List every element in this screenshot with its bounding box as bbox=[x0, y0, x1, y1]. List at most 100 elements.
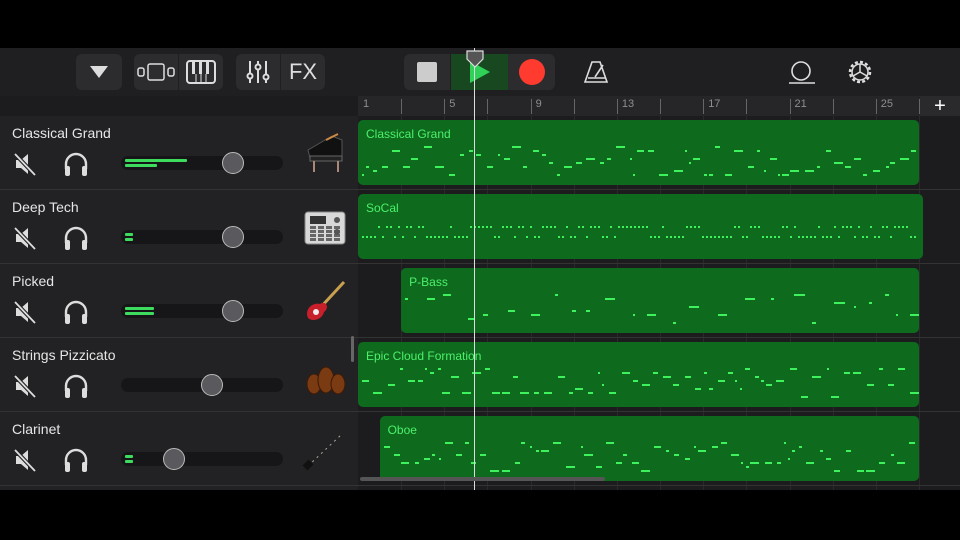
browser-button[interactable] bbox=[134, 54, 178, 90]
midi-note bbox=[632, 462, 640, 464]
midi-note bbox=[838, 236, 840, 238]
midi-note bbox=[646, 226, 648, 228]
fx-button[interactable]: FX bbox=[281, 54, 325, 90]
midi-note bbox=[909, 392, 919, 394]
region[interactable]: Epic Cloud Formation bbox=[358, 342, 919, 407]
midi-note bbox=[609, 392, 617, 394]
ruler-bar-label: 5 bbox=[449, 98, 456, 110]
playhead-handle[interactable] bbox=[466, 50, 484, 68]
mute-icon[interactable] bbox=[13, 448, 39, 472]
midi-note bbox=[455, 454, 462, 456]
midi-note bbox=[866, 384, 874, 386]
settings-button[interactable] bbox=[840, 54, 880, 90]
timeline-ruler[interactable]: + 1 5 9 13 17 21 25 bbox=[358, 96, 960, 116]
track-header[interactable]: Clarinet bbox=[0, 412, 358, 486]
midi-note bbox=[826, 236, 828, 238]
drum-machine-icon[interactable] bbox=[302, 204, 348, 250]
midi-note bbox=[662, 226, 664, 228]
midi-note bbox=[566, 466, 576, 468]
midi-note bbox=[770, 236, 772, 238]
volume-slider[interactable] bbox=[121, 300, 283, 322]
mute-icon[interactable] bbox=[13, 152, 39, 176]
midi-note bbox=[430, 236, 432, 238]
midi-note bbox=[800, 396, 808, 398]
midi-note bbox=[798, 236, 800, 238]
headphones-icon[interactable] bbox=[62, 151, 90, 177]
region[interactable]: SoCal bbox=[358, 194, 924, 259]
clarinet-icon[interactable] bbox=[302, 426, 348, 472]
midi-note bbox=[774, 236, 776, 238]
mute-icon[interactable] bbox=[13, 226, 39, 250]
midi-note bbox=[746, 466, 750, 468]
midi-note bbox=[490, 226, 492, 228]
bass-guitar-icon[interactable] bbox=[302, 278, 348, 324]
headphones-icon[interactable] bbox=[62, 299, 90, 325]
volume-slider[interactable] bbox=[121, 226, 283, 248]
midi-note bbox=[549, 162, 554, 164]
midi-note bbox=[895, 314, 898, 316]
track-header[interactable]: Picked bbox=[0, 264, 358, 338]
midi-note bbox=[866, 236, 868, 238]
horizontal-scrollbar[interactable] bbox=[360, 477, 605, 481]
track-header[interactable]: Deep Tech bbox=[0, 190, 358, 264]
midi-note bbox=[531, 314, 541, 316]
midi-note bbox=[890, 236, 892, 238]
midi-note bbox=[786, 226, 788, 228]
add-section-button[interactable]: + bbox=[920, 96, 960, 116]
midi-note bbox=[846, 226, 848, 228]
grand-piano-icon[interactable] bbox=[302, 130, 348, 176]
track-name: Classical Grand bbox=[12, 125, 111, 141]
mixer-button[interactable] bbox=[236, 54, 280, 90]
midi-note bbox=[810, 236, 812, 238]
track-header[interactable]: Classical Grand bbox=[0, 116, 358, 190]
metronome-button[interactable] bbox=[576, 54, 616, 90]
headphones-icon[interactable] bbox=[62, 447, 90, 473]
midi-note bbox=[704, 372, 708, 374]
loop-browser-button[interactable] bbox=[782, 54, 822, 90]
midi-note bbox=[637, 150, 645, 152]
volume-knob[interactable] bbox=[221, 300, 244, 322]
mute-icon[interactable] bbox=[13, 300, 39, 324]
midi-note bbox=[427, 298, 436, 300]
volume-knob[interactable] bbox=[221, 226, 244, 248]
midi-note bbox=[670, 236, 672, 238]
volume-slider[interactable] bbox=[121, 152, 283, 174]
headphones-icon[interactable] bbox=[62, 373, 90, 399]
midi-note bbox=[853, 372, 862, 374]
vertical-scrollbar[interactable] bbox=[351, 336, 354, 362]
midi-note bbox=[538, 236, 540, 238]
midi-note bbox=[814, 236, 816, 238]
mute-icon[interactable] bbox=[13, 374, 39, 398]
garageband-tracks-view: FX + 1 5 9 13 17 21 25 Classical Grand Deep Te… bbox=[0, 48, 960, 490]
midi-note bbox=[402, 166, 410, 168]
region[interactable]: P-Bass bbox=[401, 268, 919, 333]
level-meter bbox=[125, 233, 134, 236]
volume-knob[interactable] bbox=[200, 374, 223, 396]
midi-note bbox=[502, 392, 511, 394]
midi-note bbox=[595, 466, 602, 468]
region[interactable]: Oboe bbox=[379, 416, 919, 481]
headphones-icon[interactable] bbox=[62, 225, 90, 251]
volume-knob[interactable] bbox=[163, 448, 186, 470]
midi-note bbox=[831, 396, 840, 398]
midi-note bbox=[684, 458, 690, 460]
midi-note bbox=[781, 174, 789, 176]
midi-note bbox=[503, 158, 510, 160]
stop-button[interactable] bbox=[404, 54, 450, 90]
region[interactable]: Classical Grand bbox=[358, 120, 919, 185]
volume-knob[interactable] bbox=[221, 152, 244, 174]
midi-note bbox=[536, 450, 540, 452]
midi-note bbox=[598, 226, 600, 228]
volume-slider[interactable] bbox=[121, 448, 283, 470]
keyboard-button[interactable] bbox=[179, 54, 223, 90]
record-button[interactable] bbox=[508, 54, 555, 90]
volume-slider[interactable] bbox=[121, 374, 283, 396]
midi-note bbox=[666, 450, 670, 452]
midi-note bbox=[554, 294, 558, 296]
midi-note bbox=[906, 226, 908, 228]
playhead[interactable] bbox=[474, 48, 475, 490]
midi-note bbox=[684, 376, 691, 378]
strings-icon[interactable] bbox=[302, 352, 348, 398]
track-header[interactable]: Strings Pizzicato bbox=[0, 338, 358, 412]
my-songs-button[interactable] bbox=[76, 54, 122, 90]
